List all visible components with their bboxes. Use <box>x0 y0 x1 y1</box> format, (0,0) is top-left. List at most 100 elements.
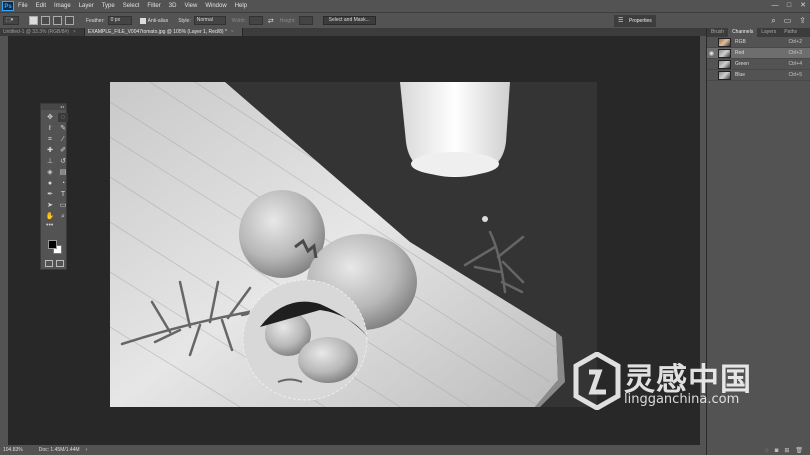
channel-row-red[interactable]: ◉ Red Ctrl+3 <box>707 48 810 59</box>
channel-shortcut: Ctrl+3 <box>788 50 802 56</box>
menu-help[interactable]: Help <box>231 3 251 9</box>
channel-row-green[interactable]: Green Ctrl+4 <box>707 59 810 70</box>
height-input[interactable] <box>298 16 313 25</box>
tab-layers[interactable]: Layers <box>757 28 780 37</box>
tab-paths[interactable]: Paths <box>780 28 801 37</box>
delete-channel-icon[interactable]: 🗑 <box>795 447 803 454</box>
subtract-selection-icon[interactable] <box>53 16 62 25</box>
elliptical-marquee-icon[interactable]: ◌ <box>58 113 68 122</box>
menu-file[interactable]: File <box>14 3 32 9</box>
channel-name: RGB <box>735 39 746 45</box>
save-selection-icon[interactable]: ◙ <box>775 448 779 454</box>
channel-shortcut: Ctrl+5 <box>788 72 802 78</box>
channel-name: Blue <box>735 72 746 78</box>
close-icon[interactable]: × <box>231 29 234 35</box>
channel-thumbnail <box>718 59 731 69</box>
type-tool-icon[interactable]: T <box>58 190 68 199</box>
channel-name: Green <box>735 61 749 67</box>
share-icon[interactable]: ⇪ <box>799 16 806 26</box>
select-and-mask-button[interactable]: Select and Mask... <box>322 16 376 25</box>
style-select[interactable]: Normal <box>193 16 226 25</box>
tab-channels[interactable]: Channels <box>728 28 758 37</box>
maximize-button[interactable]: □ <box>782 0 796 12</box>
channel-shortcut: Ctrl+4 <box>788 61 802 67</box>
doc-size-info[interactable]: Doc: 1.45M/1.44M <box>39 447 80 453</box>
menu-layer[interactable]: Layer <box>75 3 98 9</box>
zoom-level[interactable]: 104.83% <box>3 447 23 453</box>
width-input[interactable] <box>248 16 263 25</box>
pen-tool-icon[interactable]: ✒ <box>45 190 55 199</box>
intersect-selection-icon[interactable] <box>65 16 74 25</box>
panel-tab-bar: Brush Channels Layers Paths <box>707 28 810 37</box>
rectangle-tool-icon[interactable]: ▭ <box>58 201 68 210</box>
crop-tool-icon[interactable]: ⌗ <box>45 135 55 144</box>
menu-view[interactable]: View <box>180 3 201 9</box>
swap-dimensions-icon[interactable]: ⇄ <box>268 17 274 25</box>
minimize-button[interactable]: — <box>768 0 782 12</box>
add-selection-icon[interactable] <box>41 16 50 25</box>
menu-select[interactable]: Select <box>119 3 144 9</box>
watermark-logo-icon <box>573 352 621 410</box>
eyedropper-icon[interactable]: ⁄ <box>58 135 68 144</box>
status-arrow-icon[interactable]: › <box>86 447 88 453</box>
properties-panel-header[interactable]: ☰ Properties <box>614 15 656 27</box>
close-window-button[interactable]: ✕ <box>796 0 810 12</box>
tab-tomato-document[interactable]: EXAMPLE_FILE_V0047tomato.jpg @ 105% (Lay… <box>84 28 243 36</box>
dodge-tool-icon[interactable]: ◔ <box>58 179 68 188</box>
channel-name: Red <box>735 50 745 56</box>
move-tool-icon[interactable]: ✥ <box>45 113 55 122</box>
screen-mode-icon[interactable] <box>56 260 64 267</box>
tool-preset-picker[interactable]: ⬚▾ <box>3 16 19 25</box>
foreground-color-swatch[interactable] <box>48 240 57 249</box>
path-select-icon[interactable]: ➤ <box>45 201 55 210</box>
channel-row-blue[interactable]: Blue Ctrl+5 <box>707 70 810 81</box>
left-dock-strip <box>0 36 8 445</box>
workspace-icon[interactable]: ▭ <box>784 16 792 26</box>
edit-toolbar-icon[interactable]: ••• <box>41 222 66 229</box>
search-icon[interactable]: ⌕ <box>771 16 775 26</box>
tab-brush[interactable]: Brush <box>707 28 728 37</box>
watermark: 灵感中国 lingganchina.com <box>572 352 794 412</box>
healing-brush-icon[interactable]: ✚ <box>45 146 55 155</box>
feather-input[interactable]: 0 px <box>107 16 132 25</box>
menu-image[interactable]: Image <box>50 3 75 9</box>
properties-label: Properties <box>629 18 652 24</box>
menu-filter[interactable]: Filter <box>143 3 164 9</box>
quick-mask-icon[interactable] <box>45 260 53 267</box>
anti-alias-checkbox[interactable] <box>139 17 146 24</box>
menu-window[interactable]: Window <box>201 3 230 9</box>
window-controls: — □ ✕ <box>768 0 810 12</box>
eraser-icon[interactable]: ◈ <box>45 168 55 177</box>
channels-panel-footer: ◌ ◙ ⊞ 🗑 <box>707 446 810 455</box>
lasso-tool-icon[interactable]: ℓ <box>45 124 55 133</box>
tab-untitled-1[interactable]: Untitled-1 @ 33.3% (RGB/8#) × <box>0 28 85 36</box>
menu-edit[interactable]: Edit <box>32 3 50 9</box>
channel-row-rgb[interactable]: RGB Ctrl+2 <box>707 37 810 48</box>
menu-3d[interactable]: 3D <box>165 3 181 9</box>
watermark-url: lingganchina.com <box>624 392 740 407</box>
clone-stamp-icon[interactable]: ⊥ <box>45 157 55 166</box>
new-channel-icon[interactable]: ⊞ <box>784 447 789 454</box>
channel-thumbnail <box>718 48 731 58</box>
new-selection-icon[interactable] <box>29 16 38 25</box>
history-brush-icon[interactable]: ↺ <box>58 157 68 166</box>
feather-label: Feather: <box>86 17 105 24</box>
tools-panel[interactable]: ◂◂ ✥ ◌ ℓ ✎ ⌗ ⁄ ✚ ✐ ⊥ ↺ ◈ ▤ ● ◔ ✒ T ➤ ▭ ✋… <box>40 103 68 270</box>
photoshop-window: Ps File Edit Image Layer Type Select Fil… <box>0 0 810 455</box>
close-icon[interactable]: × <box>73 29 76 35</box>
menu-bar: Ps File Edit Image Layer Type Select Fil… <box>0 0 810 12</box>
quick-select-icon[interactable]: ✎ <box>58 124 68 133</box>
zoom-tool-icon[interactable]: ⌕ <box>58 212 68 221</box>
blur-tool-icon[interactable]: ● <box>45 179 55 188</box>
gradient-icon[interactable]: ▤ <box>58 168 68 177</box>
anti-alias-label: Anti-alias <box>147 17 169 24</box>
status-bar: 104.83% Doc: 1.45M/1.44M › <box>0 445 706 455</box>
brush-tool-icon[interactable]: ✐ <box>58 146 68 155</box>
hand-tool-icon[interactable]: ✋ <box>45 212 55 221</box>
height-label: Height: <box>279 17 296 24</box>
eye-icon[interactable]: ◉ <box>707 50 716 57</box>
load-selection-icon[interactable]: ◌ <box>765 448 769 454</box>
menu-type[interactable]: Type <box>98 3 119 9</box>
width-label: Width: <box>231 17 246 24</box>
document-image[interactable] <box>110 82 597 407</box>
